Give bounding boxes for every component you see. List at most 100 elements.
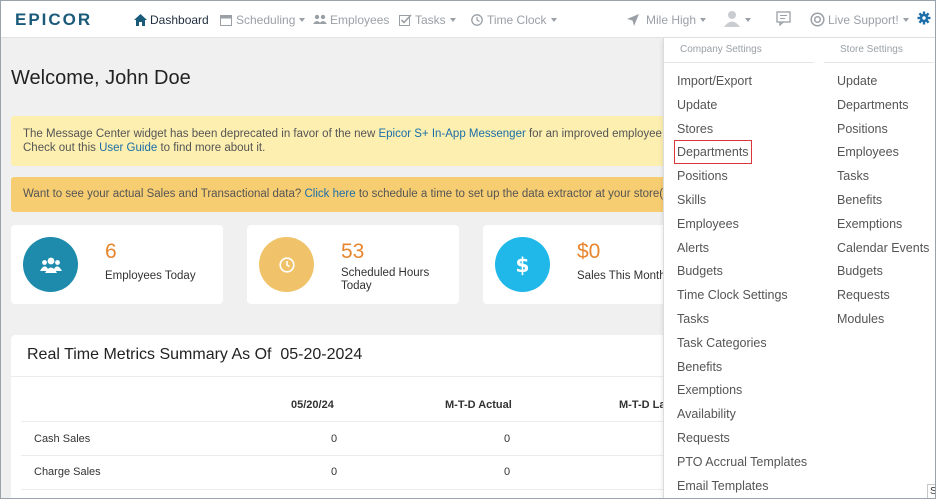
chevron-down-icon: [299, 17, 306, 22]
nav-dashboard[interactable]: Dashboard: [133, 1, 209, 38]
menu-item-company-departments[interactable]: Departments: [674, 140, 752, 165]
nav-time-clock[interactable]: Time Clock: [470, 1, 557, 38]
divider: [21, 489, 701, 490]
column-header: 05/20/24: [291, 399, 334, 411]
users-icon: [313, 13, 327, 27]
lifebuoy-icon: [810, 12, 825, 27]
epicor-logo[interactable]: EPICOR: [15, 10, 107, 28]
column-header: M-T-D Actual: [445, 399, 512, 411]
menu-item-store-requests[interactable]: Requests: [837, 286, 890, 304]
alert-text: Check out this: [23, 142, 100, 154]
nav-employees-label: Employees: [330, 12, 390, 27]
calendar-icon: [219, 13, 233, 27]
menu-item-store-employees[interactable]: Employees: [837, 143, 899, 161]
settings-button[interactable]: [917, 1, 931, 38]
menu-item-company-skills[interactable]: Skills: [677, 191, 706, 209]
nav-time-clock-label: Time Clock: [487, 12, 547, 27]
message-icon: [776, 10, 792, 29]
divider: [21, 455, 701, 456]
store-selector[interactable]: Mile High: [626, 1, 707, 38]
divider: [21, 421, 701, 422]
stat-card-employees: 6 Employees Today: [11, 225, 223, 304]
user-menu[interactable]: [723, 1, 751, 38]
metrics-panel: Real Time Metrics Summary As Of 05-20-20…: [11, 335, 701, 498]
row-label: Cash Sales: [34, 433, 91, 445]
nav-employees[interactable]: Employees: [313, 1, 389, 38]
top-nav: EPICOR Dashboard Scheduling Employees Ta…: [1, 1, 935, 38]
stat-label: Employees Today: [105, 270, 196, 282]
stat-label: Sales This Month: [577, 270, 666, 282]
row-value: 0: [504, 433, 511, 445]
stat-label: Scheduled Hours Today: [341, 267, 429, 293]
divider: [824, 62, 934, 63]
menu-item-company-update[interactable]: Update: [677, 96, 717, 114]
divider: [664, 62, 814, 63]
menu-item-store-departments[interactable]: Departments: [837, 96, 909, 114]
page-title: Welcome, John Doe: [11, 67, 191, 89]
menu-item-company-stores[interactable]: Stores: [677, 120, 713, 138]
menu-item-company-email-templates[interactable]: Email Templates: [677, 477, 768, 495]
metrics-title: Real Time Metrics Summary As Of 05-20-20…: [27, 346, 363, 363]
stat-value: $0: [577, 240, 601, 263]
menu-item-company-benefits[interactable]: Benefits: [677, 358, 722, 376]
messages-button[interactable]: [776, 1, 792, 38]
row-value: 0: [331, 466, 338, 478]
nav-scheduling[interactable]: Scheduling: [219, 1, 306, 38]
avatar: [723, 9, 741, 30]
clock-icon: [470, 13, 484, 27]
alert-text: to find more about it.: [157, 142, 266, 154]
menu-item-store-positions[interactable]: Positions: [837, 120, 888, 138]
sales-data-alert: Want to see your actual Sales and Transa…: [11, 177, 711, 212]
chevron-down-icon: [902, 17, 909, 22]
nav-tasks-label: Tasks: [415, 12, 446, 27]
menu-item-store-tasks[interactable]: Tasks: [837, 167, 869, 185]
alert-line-2: Check out this User Guide to find more a…: [23, 141, 711, 155]
menu-item-store-benefits[interactable]: Benefits: [837, 191, 882, 209]
menu-item-store-exemptions[interactable]: Exemptions: [837, 215, 902, 233]
live-support-menu[interactable]: Live Support!: [810, 1, 909, 38]
hidden-panel-tab[interactable]: S: [927, 484, 935, 498]
messenger-link[interactable]: Epicor S+ In-App Messenger: [378, 128, 525, 140]
menu-item-company-alerts[interactable]: Alerts: [677, 239, 709, 257]
row-label: Charge Sales: [34, 466, 101, 478]
nav-dashboard-label: Dashboard: [150, 12, 209, 27]
live-support-label: Live Support!: [828, 12, 899, 27]
menu-item-company-tasks[interactable]: Tasks: [677, 310, 709, 328]
stat-value: 53: [341, 240, 365, 263]
alert-line-1: The Message Center widget has been depre…: [23, 127, 711, 141]
company-settings-header: Company Settings: [680, 44, 762, 55]
alert-text: Want to see your actual Sales and Transa…: [23, 188, 305, 200]
menu-item-company-budgets[interactable]: Budgets: [677, 262, 723, 280]
menu-item-company-availability[interactable]: Availability: [677, 405, 736, 423]
clock-icon: [259, 237, 314, 292]
click-here-link[interactable]: Click here: [305, 188, 356, 200]
stat-value: 6: [105, 240, 117, 263]
location-arrow-icon: [626, 13, 640, 27]
user-guide-link[interactable]: User Guide: [99, 142, 157, 154]
menu-item-company-positions[interactable]: Positions: [677, 167, 728, 185]
menu-item-company-pto-accrual-templates[interactable]: PTO Accrual Templates: [677, 453, 807, 471]
chevron-down-icon: [449, 17, 456, 22]
row-value: 0: [504, 466, 511, 478]
menu-item-store-calendar-events[interactable]: Calendar Events: [837, 239, 929, 257]
menu-item-company-time-clock-settings[interactable]: Time Clock Settings: [677, 286, 788, 304]
alert-text: to schedule a time to set up the data ex…: [355, 188, 676, 200]
menu-item-store-update[interactable]: Update: [837, 72, 877, 90]
stat-label-line: Today: [341, 280, 372, 292]
menu-item-store-modules[interactable]: Modules: [837, 310, 884, 328]
column-header: M-T-D La: [619, 399, 666, 411]
nav-scheduling-label: Scheduling: [236, 12, 296, 27]
menu-item-company-requests[interactable]: Requests: [677, 429, 730, 447]
stat-label-line: Scheduled Hours: [341, 267, 430, 279]
app-window: EPICOR Dashboard Scheduling Employees Ta…: [0, 0, 936, 499]
menu-item-company-import-export[interactable]: Import/Export: [677, 72, 752, 90]
menu-item-company-task-categories[interactable]: Task Categories: [677, 334, 767, 352]
store-settings-header: Store Settings: [840, 44, 903, 55]
divider: [11, 376, 701, 377]
nav-tasks[interactable]: Tasks: [398, 1, 456, 38]
users-icon: [23, 237, 78, 292]
menu-item-store-budgets[interactable]: Budgets: [837, 262, 883, 280]
menu-item-company-employees[interactable]: Employees: [677, 215, 739, 233]
menu-item-company-exemptions[interactable]: Exemptions: [677, 381, 742, 399]
settings-dropdown: Company Settings Store Settings Import/E…: [663, 38, 935, 498]
